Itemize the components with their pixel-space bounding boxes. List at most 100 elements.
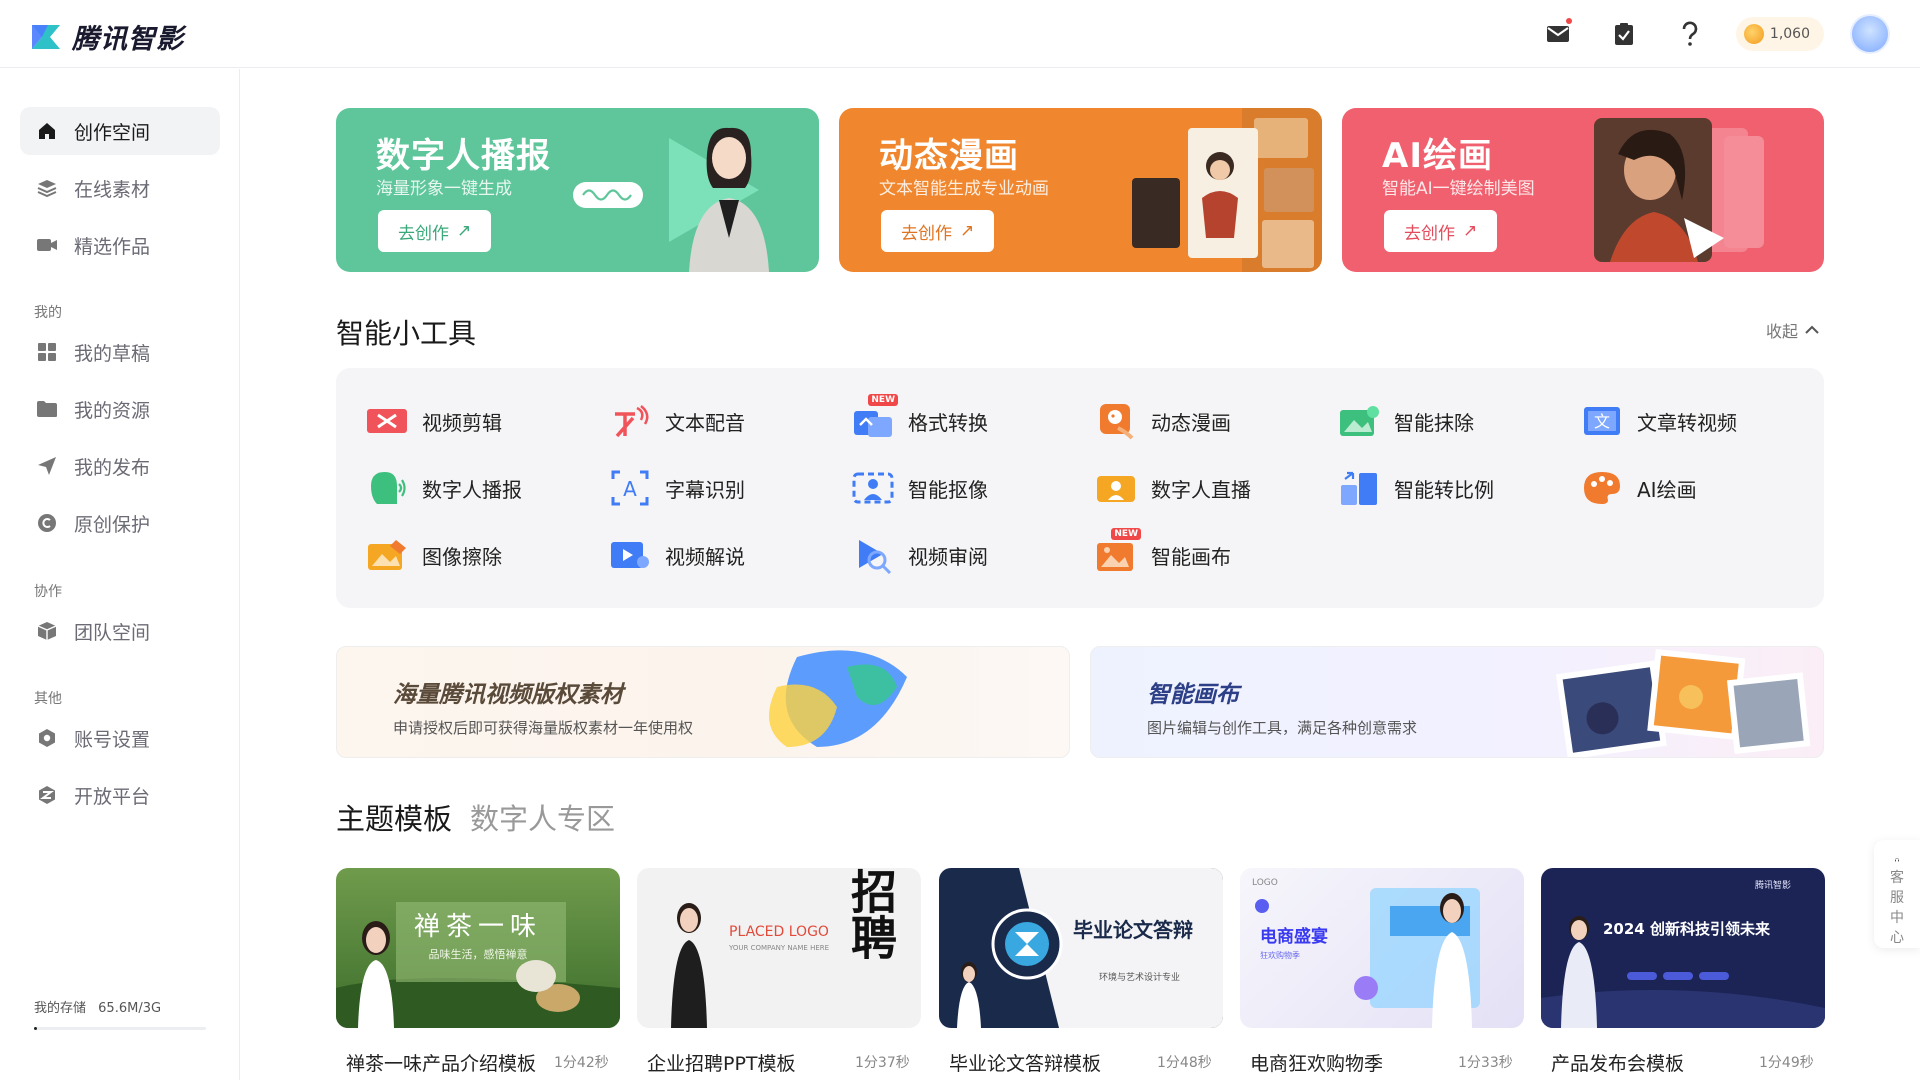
- storage-info: 我的存储 65.6M/3G: [34, 997, 161, 1016]
- promo-smart-canvas[interactable]: 智能画布 图片编辑与创作工具，满足各种创意需求: [1090, 646, 1824, 758]
- nav-group-collab: 协作: [34, 584, 62, 600]
- tool-label: 智能转比例: [1394, 477, 1494, 502]
- app-logo[interactable]: 腾讯智影: [30, 17, 184, 56]
- video-camera-icon: [36, 234, 58, 256]
- arrow-up-right-icon: ↗: [960, 221, 975, 241]
- sidebar-item-label: 原创保护: [74, 513, 151, 536]
- go-create-button[interactable]: 去创作 ↗: [881, 210, 995, 252]
- template-name[interactable]: 产品发布会模板: [1551, 1049, 1684, 1076]
- tool-video-review[interactable]: 视频审阅: [852, 533, 988, 577]
- comic-illustration: [1132, 108, 1322, 272]
- video-review-icon: [852, 534, 894, 576]
- tool-label: AI绘画: [1637, 477, 1697, 502]
- banner-subtitle: 文本智能生成专业动画: [879, 179, 1049, 199]
- user-avatar[interactable]: [1850, 14, 1890, 54]
- promo-copyright-assets[interactable]: 海量腾讯视频版权素材 申请授权后即可获得海量版权素材一年使用权: [336, 646, 1070, 758]
- template-card[interactable]: 毕业论文答辩 环境与艺术设计专业: [939, 868, 1223, 1028]
- coin-icon: [1743, 24, 1764, 44]
- tool-ai-painting[interactable]: AI绘画: [1581, 466, 1697, 510]
- template-duration: 1分37秒: [855, 1055, 910, 1071]
- tool-text-dubbing[interactable]: 文本配音: [609, 399, 745, 443]
- palette-icon: [1581, 467, 1623, 509]
- sidebar-item-copyright[interactable]: 原创保护: [20, 499, 220, 547]
- format-convert-icon: NEW: [852, 394, 898, 442]
- template-cover-title: 禅茶一味: [413, 912, 542, 942]
- logo-icon: [32, 24, 60, 49]
- home-icon: [36, 120, 58, 142]
- tool-label: 智能抠像: [908, 477, 988, 502]
- template-name[interactable]: 禅茶一味产品介绍模板: [346, 1049, 536, 1076]
- sidebar-item-drafts[interactable]: 我的草稿: [20, 328, 220, 376]
- go-create-button[interactable]: 去创作 ↗: [1384, 210, 1498, 252]
- banner-ai-painting[interactable]: AI绘画 智能AI一键绘制美图 去创作 ↗: [1342, 108, 1824, 272]
- tool-dynamic-comic[interactable]: 动态漫画: [1095, 399, 1231, 443]
- template-cover-subtitle: 环境与艺术设计专业: [1099, 973, 1181, 983]
- headset-icon: [1895, 858, 1899, 862]
- template-name[interactable]: 电商狂欢购物季: [1250, 1049, 1383, 1076]
- sidebar-item-resources[interactable]: 我的资源: [20, 385, 220, 433]
- help-icon[interactable]: [1670, 14, 1710, 54]
- promo-decoration: [769, 650, 907, 747]
- banner-dynamic-comic[interactable]: 动态漫画 文本智能生成专业动画 去创作 ↗: [839, 108, 1322, 272]
- tool-video-narration[interactable]: 视频解说: [609, 533, 745, 577]
- platform-icon: [36, 784, 58, 806]
- tool-label: 数字人播报: [422, 477, 522, 502]
- sidebar-item-label: 我的草稿: [74, 342, 151, 365]
- collapse-button[interactable]: 收起: [1766, 318, 1820, 342]
- button-label: 去创作: [398, 223, 449, 244]
- tool-image-erase[interactable]: 图像擦除: [366, 533, 502, 577]
- template-card[interactable]: 禅茶一味 品味生活，感悟禅意: [336, 868, 620, 1028]
- template-thumbnail: [1255, 888, 1480, 1028]
- banner-digital-human[interactable]: 数字人播报 海量形象一键生成 去创作 ↗: [336, 108, 819, 272]
- top-bar: 腾讯智影 1,060: [0, 0, 1920, 68]
- customer-service-button[interactable]: 客服中心: [1874, 840, 1920, 948]
- arrow-up-right-icon: ↗: [457, 221, 472, 241]
- sidebar-item-label: 账号设置: [74, 728, 151, 751]
- template-cover-title: 毕业论文答辩: [1073, 918, 1193, 942]
- tool-label: 文章转视频: [1637, 410, 1737, 435]
- sidebar-item-publish[interactable]: 我的发布: [20, 442, 220, 490]
- template-card[interactable]: 腾讯智影 2024 创新科技引领未来: [1541, 868, 1825, 1028]
- tool-label: 智能抹除: [1394, 410, 1474, 435]
- tool-video-edit[interactable]: 视频剪辑: [366, 399, 502, 443]
- new-badge: NEW: [868, 394, 898, 406]
- sidebar-item-team-space[interactable]: 团队空间: [20, 607, 220, 655]
- sidebar-item-online-assets[interactable]: 在线素材: [20, 164, 220, 212]
- tool-article-to-video[interactable]: 文 文章转视频: [1581, 399, 1737, 443]
- tab-theme-templates[interactable]: 主题模板: [336, 796, 452, 838]
- template-card[interactable]: LOGO 电商盛宴 狂欢购物季: [1240, 868, 1524, 1028]
- digital-human-illustration: [573, 127, 769, 272]
- template-cover-subtitle: 腾讯智影: [1755, 881, 1792, 891]
- storage-value: 65.6M/3G: [98, 1001, 162, 1016]
- svg-text:文: 文: [1594, 412, 1610, 431]
- template-cover-title: 2024 创新科技引领未来: [1603, 920, 1770, 938]
- sidebar-item-account-settings[interactable]: 账号设置: [20, 714, 220, 762]
- coin-balance[interactable]: 1,060: [1735, 17, 1824, 51]
- task-icon[interactable]: [1604, 14, 1644, 54]
- tool-label: 动态漫画: [1151, 410, 1231, 435]
- sidebar-item-label: 创作空间: [74, 121, 151, 144]
- sidebar-item-featured-works[interactable]: 精选作品: [20, 221, 220, 269]
- tool-smart-ratio[interactable]: 智能转比例: [1338, 466, 1494, 510]
- tool-smart-erase[interactable]: 智能抹除: [1338, 399, 1474, 443]
- chevron-up-icon: [1805, 325, 1819, 334]
- tool-digital-human-live[interactable]: 数字人直播: [1095, 466, 1251, 510]
- go-create-button[interactable]: 去创作 ↗: [378, 210, 492, 252]
- template-name[interactable]: 毕业论文答辩模板: [949, 1049, 1101, 1076]
- sidebar-item-label: 我的资源: [74, 399, 151, 422]
- tool-digital-human[interactable]: 数字人播报: [366, 466, 522, 510]
- mail-icon[interactable]: [1538, 14, 1578, 54]
- sidebar-item-create-space[interactable]: 创作空间: [20, 107, 220, 155]
- template-name[interactable]: 企业招聘PPT模板: [647, 1049, 796, 1076]
- tool-subtitle-recognition[interactable]: A 字幕识别: [609, 466, 745, 510]
- ratio-icon: [1338, 467, 1380, 509]
- template-card[interactable]: PLACED LOGO YOUR COMPANY NAME HERE 招聘: [637, 868, 921, 1028]
- sidebar-item-open-platform[interactable]: 开放平台: [20, 771, 220, 819]
- template-duration: 1分33秒: [1458, 1055, 1513, 1071]
- tool-format-convert[interactable]: NEW 格式转换: [852, 394, 988, 443]
- tab-digital-human-zone[interactable]: 数字人专区: [470, 796, 615, 838]
- tool-smart-canvas[interactable]: NEW 智能画布: [1095, 528, 1231, 577]
- text-dubbing-icon: [609, 400, 651, 442]
- storage-label: 我的存储: [34, 1001, 87, 1016]
- tool-smart-cutout[interactable]: 智能抠像: [852, 466, 988, 510]
